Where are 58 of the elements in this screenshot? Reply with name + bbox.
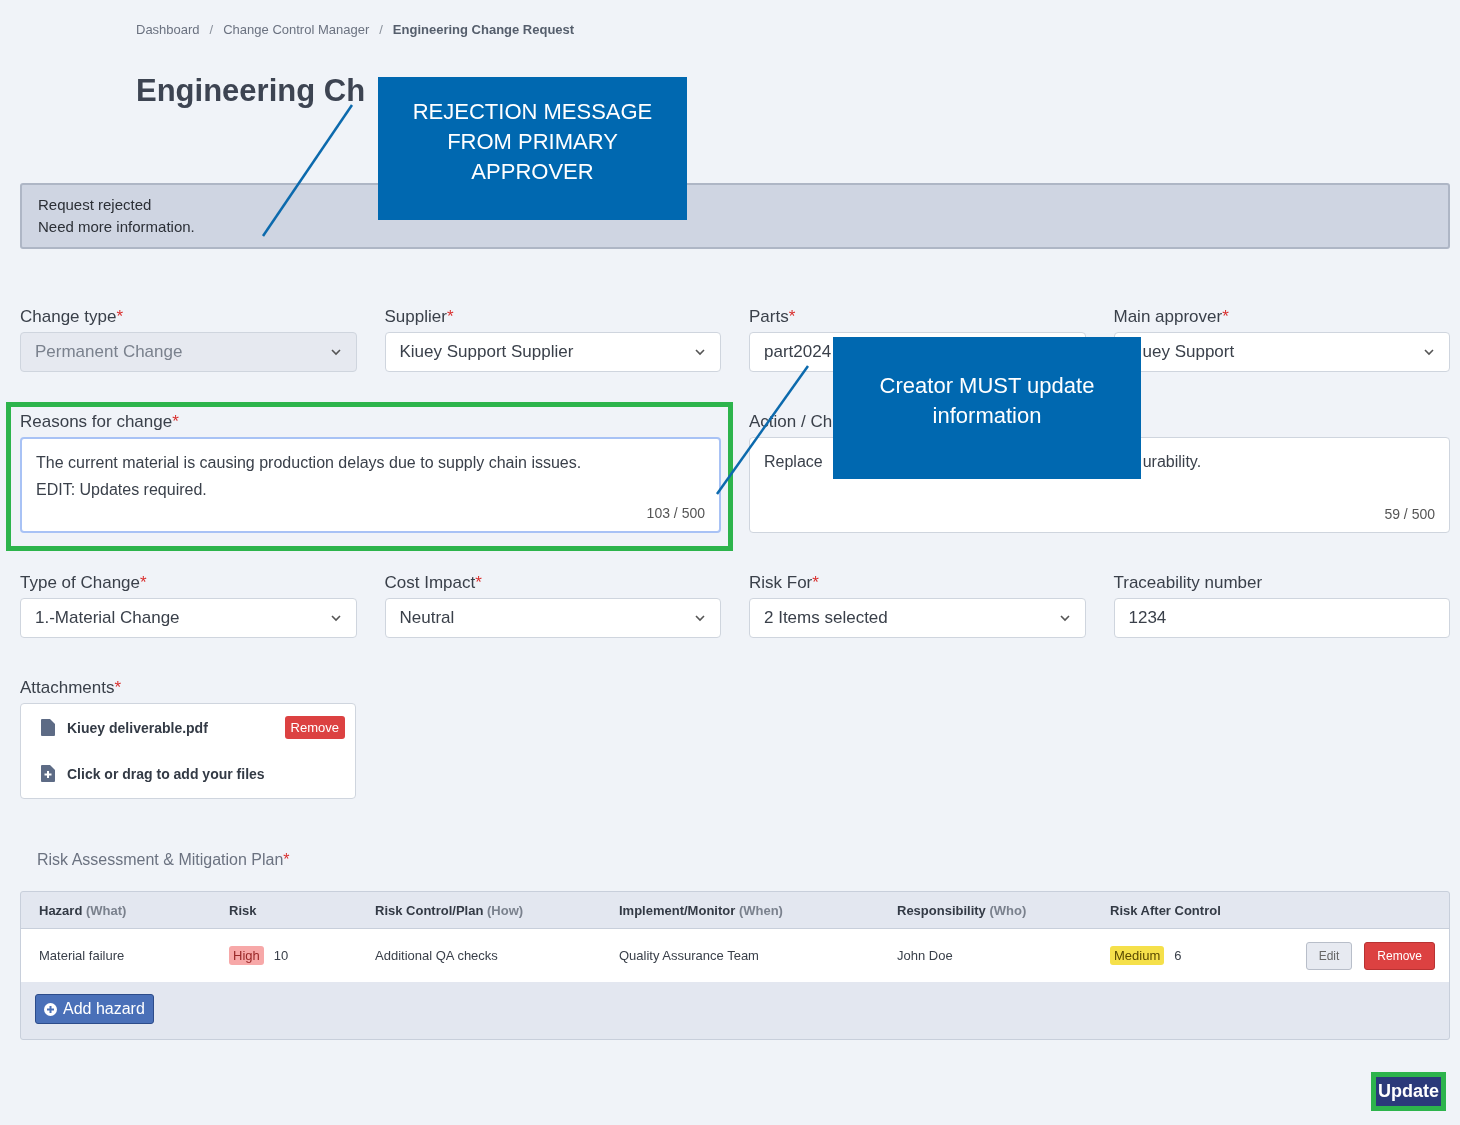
field-label: Change type*: [20, 307, 124, 327]
field-label: Attachments*: [20, 678, 122, 698]
annotation-tooltip: Creator MUST update information: [833, 337, 1141, 479]
file-add-icon: [41, 765, 55, 782]
remove-button[interactable]: Remove: [1364, 941, 1435, 970]
add-hazard-button[interactable]: Add hazard: [35, 994, 154, 1024]
breadcrumb-link[interactable]: Dashboard: [136, 22, 200, 37]
chevron-down-icon: [329, 614, 342, 622]
edit-button[interactable]: Edit: [1305, 941, 1353, 970]
file-icon: [41, 719, 55, 736]
column-header: Risk Control/Plan (How): [375, 902, 525, 918]
column-header: Hazard (What): [39, 902, 128, 918]
breadcrumb-separator: /: [379, 22, 383, 37]
field-label: Risk For*: [749, 573, 819, 593]
breadcrumb-link[interactable]: Change Control Manager: [223, 22, 370, 37]
upload-prompt[interactable]: Click or drag to add your files: [67, 765, 345, 782]
select-field[interactable]: Kiuey Support Supplier: [384, 332, 721, 372]
risk-level-tag: High: [229, 946, 264, 965]
column-header: Risk: [229, 902, 258, 918]
select-field[interactable]: uey Support: [1113, 332, 1450, 372]
risk-level-tag: Medium: [1110, 946, 1165, 965]
table-cell-text: John Doe: [897, 948, 954, 963]
chevron-down-icon: [694, 614, 706, 622]
table-cell-text: Quality Assurance Team: [619, 948, 760, 963]
field-label: Traceability number: [1113, 573, 1263, 593]
field-label: Type of Change*: [20, 573, 147, 593]
chevron-down-icon: [1058, 614, 1071, 622]
plus-icon: [44, 1002, 57, 1016]
annotation-tooltip: REJECTION MESSAGE FROM PRIMARY APPROVER: [378, 77, 687, 220]
risk-score: 10: [273, 948, 289, 963]
select-field[interactable]: 2 Items selected: [749, 598, 1086, 638]
field-label: Main approver*: [1113, 307, 1229, 327]
field-label: Reasons for change*: [20, 412, 179, 432]
field-label: Supplier*: [384, 307, 454, 327]
field-label: Parts*: [749, 307, 796, 327]
chevron-down-icon: [329, 348, 342, 356]
table-cell-text: Material failure: [39, 948, 126, 963]
update-button[interactable]: Update: [1371, 1072, 1446, 1111]
file-name: Kiuey deliverable.pdf: [67, 719, 209, 736]
input-field[interactable]: 1234: [1113, 598, 1450, 638]
breadcrumb-separator: /: [209, 22, 214, 37]
chevron-down-icon: [1423, 348, 1435, 356]
chevron-down-icon: [694, 348, 706, 356]
alert-message: Need more information.: [38, 217, 196, 237]
select-field[interactable]: Neutral: [384, 598, 721, 638]
breadcrumb-current: Engineering Change Request: [392, 22, 575, 37]
table-cell-text: Additional QA checks: [375, 948, 499, 963]
section-title: Risk Assessment & Mitigation Plan*: [37, 851, 290, 869]
column-header: Implement/Monitor (When): [619, 902, 784, 918]
select-field[interactable]: 1.-Material Change: [20, 598, 357, 638]
field-label: Cost Impact*: [384, 573, 482, 593]
alert-title: Request rejected: [38, 195, 153, 215]
column-header: Risk After Control: [1110, 902, 1222, 918]
risk-score: 6: [1174, 948, 1182, 963]
remove-button[interactable]: Remove: [284, 716, 345, 739]
column-header: Responsibility (Who): [897, 902, 1028, 918]
page-title: Engineering Ch: [136, 73, 366, 110]
text-area[interactable]: The current material is causing production delays due to supply chain issues. EDIT: Updates required. 103 / 500: [20, 437, 721, 533]
